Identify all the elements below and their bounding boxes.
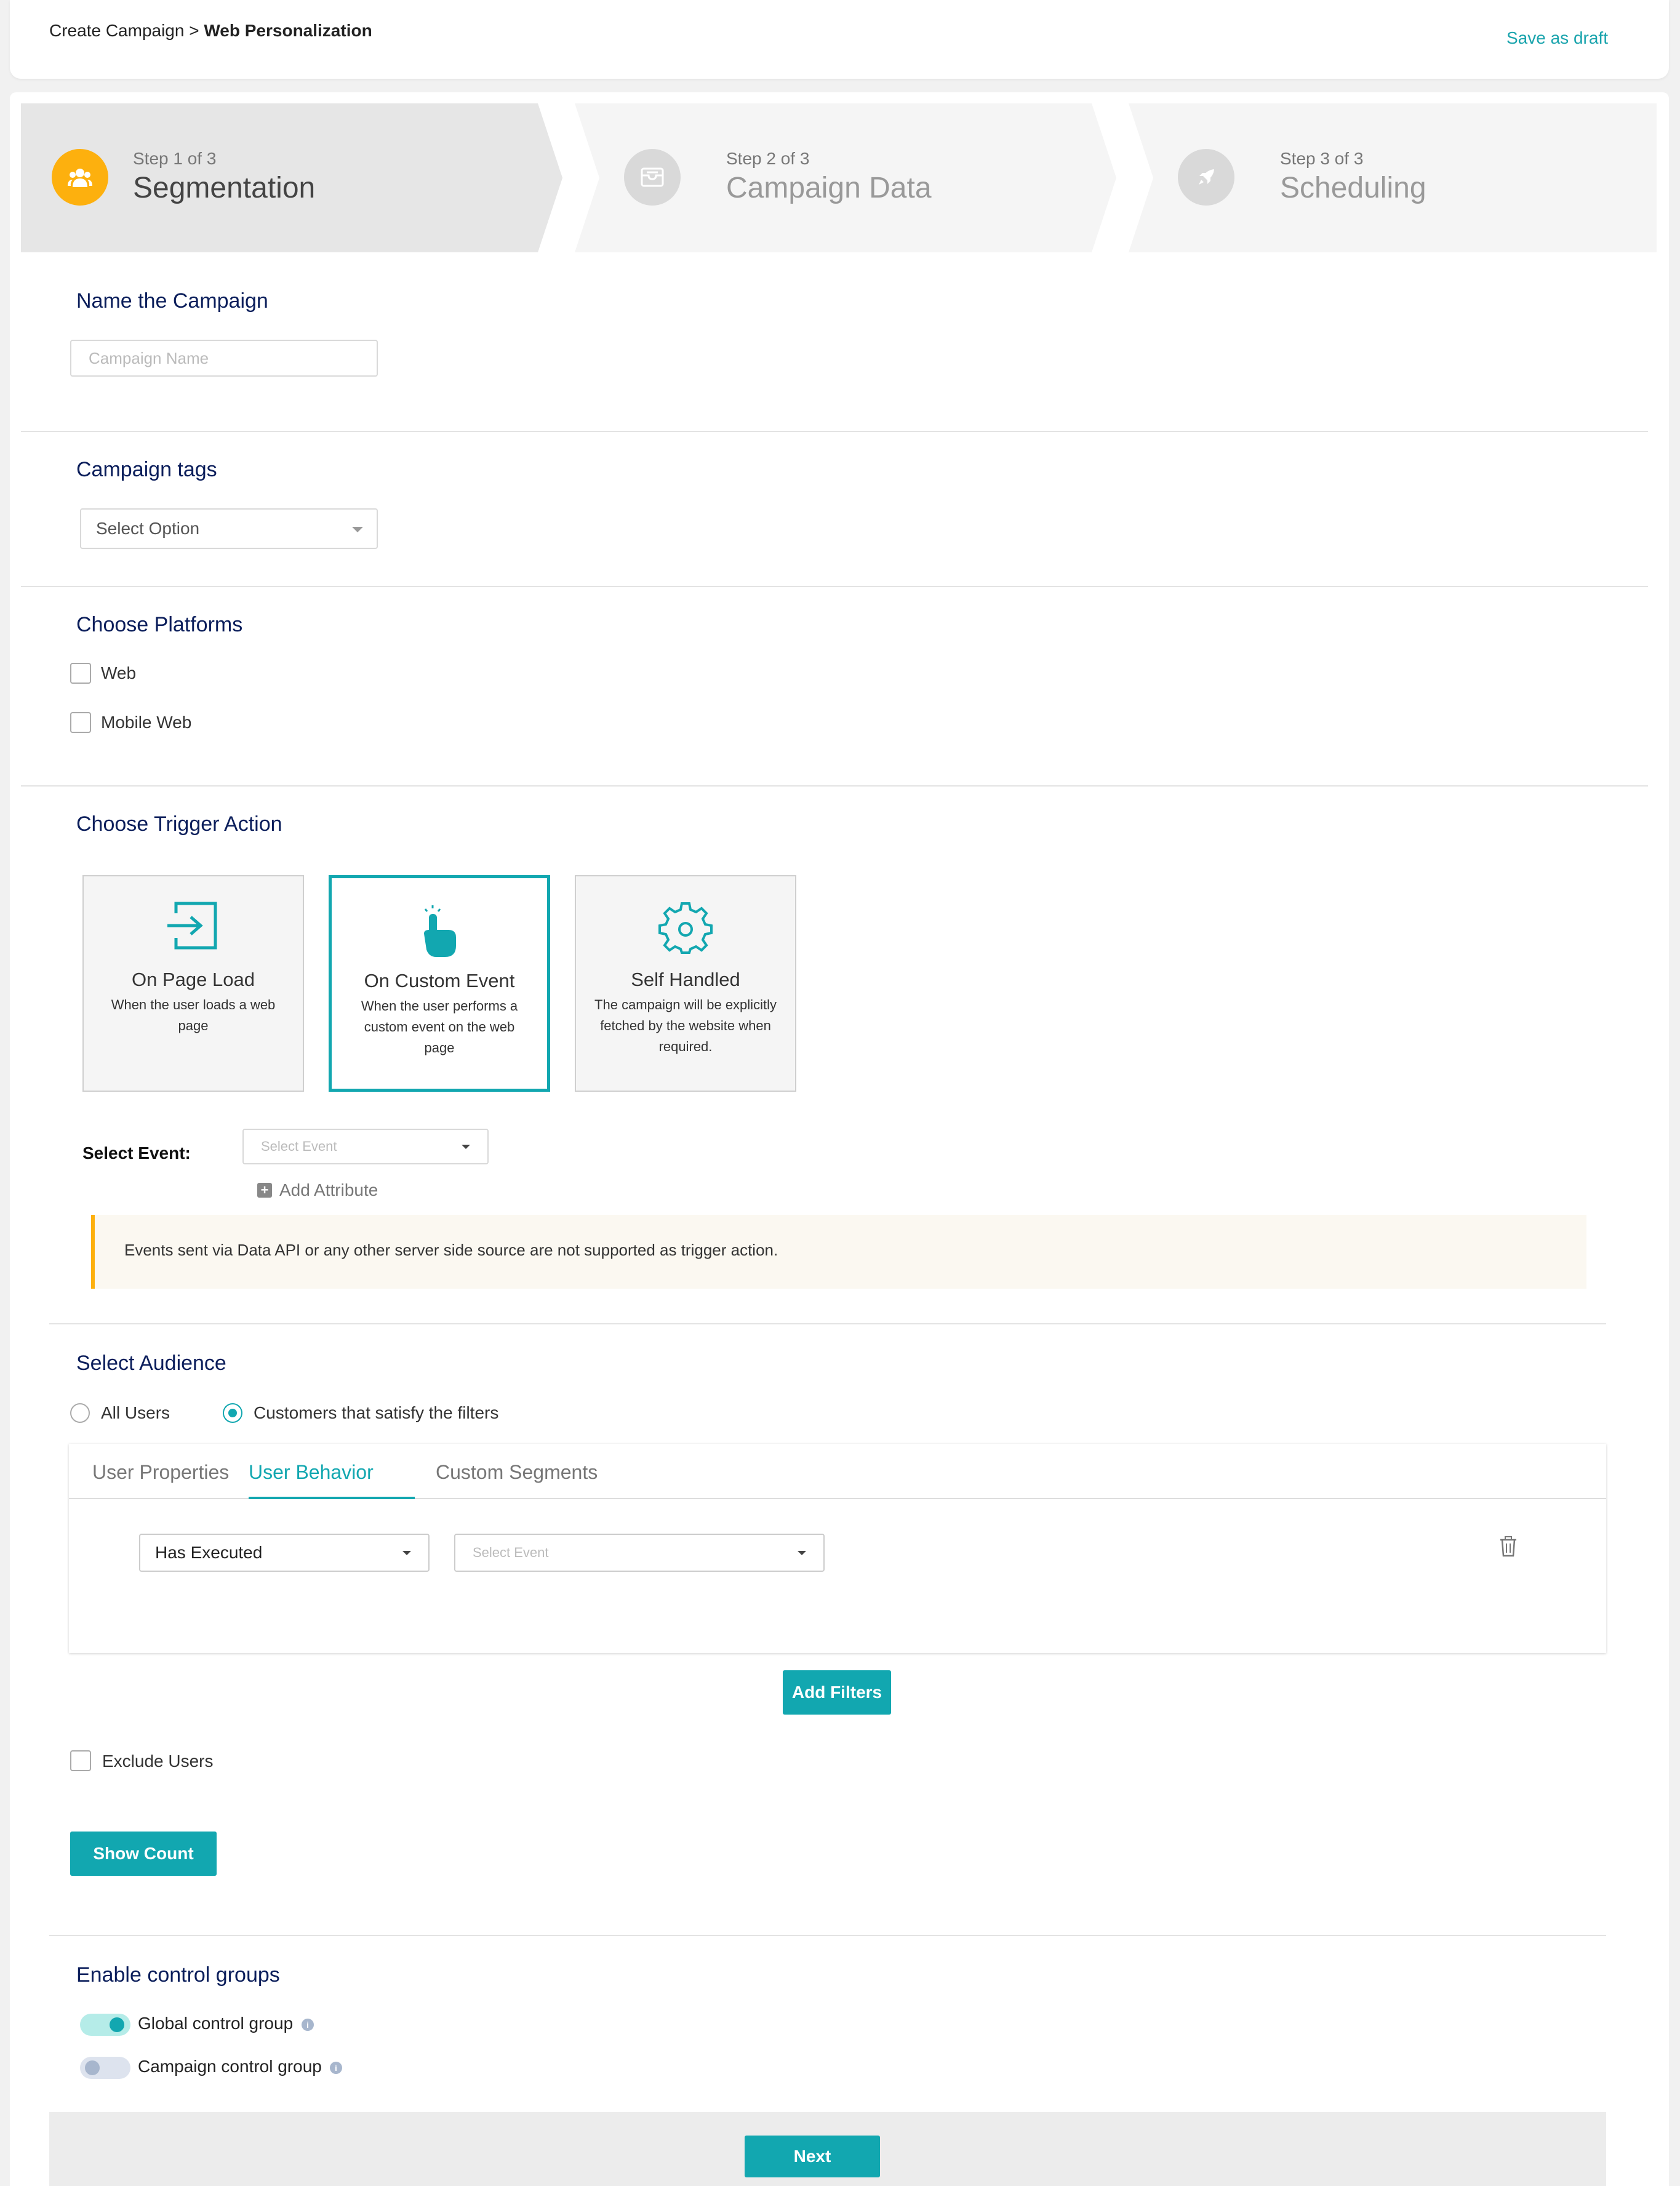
users-icon	[52, 149, 108, 206]
step-segmentation[interactable]: Step 1 of 3 Segmentation	[21, 103, 562, 252]
platform-web-label[interactable]: Web	[101, 663, 136, 683]
plus-icon: +	[257, 1183, 272, 1198]
enter-icon	[167, 902, 217, 950]
breadcrumb-current: Web Personalization	[204, 21, 372, 40]
platforms-heading: Choose Platforms	[76, 613, 243, 636]
trigger-card-title: Self Handled	[631, 969, 740, 990]
chevron-down-icon	[402, 1551, 411, 1555]
chevron-down-icon	[352, 527, 363, 532]
breadcrumb: Create Campaign > Web Personalization	[49, 21, 372, 41]
campaign-control-label: Campaign control group	[138, 2057, 322, 2076]
campaign-tags-select[interactable]: Select Option	[80, 508, 378, 549]
trigger-card-page-load[interactable]: On Page Load When the user loads a web p…	[82, 875, 304, 1092]
tab-user-properties[interactable]: User Properties	[92, 1461, 229, 1484]
filter-condition-value: Has Executed	[155, 1543, 263, 1562]
tab-user-behavior[interactable]: User Behavior	[249, 1461, 374, 1484]
section-divider	[21, 586, 1648, 587]
show-count-button[interactable]: Show Count	[70, 1832, 217, 1876]
section-divider	[21, 785, 1648, 787]
trigger-card-title: On Page Load	[132, 969, 255, 990]
exclude-users-checkbox[interactable]	[70, 1750, 91, 1771]
audience-heading: Select Audience	[76, 1351, 226, 1375]
trigger-card-self-handled[interactable]: Self Handled The campaign will be explic…	[575, 875, 796, 1092]
exclude-users-label[interactable]: Exclude Users	[102, 1752, 214, 1771]
step-2-title: Campaign Data	[726, 172, 932, 204]
step-2-subtitle: Step 2 of 3	[726, 149, 810, 168]
control-groups-heading: Enable control groups	[76, 1963, 280, 1987]
tab-active-indicator	[249, 1497, 415, 1499]
filter-event-select[interactable]: Select Event	[454, 1534, 825, 1572]
step-3-subtitle: Step 3 of 3	[1280, 149, 1364, 168]
chevron-down-icon	[462, 1145, 470, 1149]
trigger-card-desc: The campaign will be explicitly fetched …	[594, 997, 777, 1054]
global-control-toggle[interactable]	[80, 2014, 130, 2036]
step-1-subtitle: Step 1 of 3	[133, 149, 217, 168]
rocket-icon	[1178, 149, 1234, 206]
platform-web-checkbox[interactable]	[70, 663, 91, 684]
name-campaign-heading: Name the Campaign	[76, 289, 268, 313]
trigger-notice-text: Events sent via Data API or any other se…	[124, 1241, 778, 1259]
filter-event-placeholder: Select Event	[473, 1545, 549, 1560]
step-1-title: Segmentation	[133, 172, 316, 204]
radio-filtered-customers[interactable]	[223, 1403, 242, 1423]
filter-condition-select[interactable]: Has Executed	[139, 1534, 430, 1572]
campaign-name-input[interactable]: Campaign Name	[70, 340, 378, 377]
trigger-heading: Choose Trigger Action	[76, 812, 282, 836]
toggle-knob	[85, 2060, 100, 2075]
section-divider	[49, 1935, 1606, 1936]
trigger-card-title: On Custom Event	[364, 970, 515, 991]
info-icon[interactable]: i	[330, 2062, 342, 2074]
chevron-down-icon	[798, 1551, 806, 1555]
trigger-notice: Events sent via Data API or any other se…	[91, 1215, 1586, 1289]
step-campaign-data[interactable]: Step 2 of 3 Campaign Data	[575, 103, 1116, 252]
step-3-title: Scheduling	[1280, 172, 1426, 204]
tap-icon	[424, 905, 456, 957]
info-icon[interactable]: i	[302, 2019, 314, 2031]
global-control-label: Global control group	[138, 2014, 294, 2033]
trash-icon[interactable]	[1499, 1536, 1518, 1557]
add-filters-button[interactable]: Add Filters	[783, 1670, 891, 1715]
campaign-tags-placeholder: Select Option	[96, 519, 200, 538]
platform-mobile-web-checkbox[interactable]	[70, 712, 91, 733]
select-event-placeholder: Select Event	[261, 1139, 337, 1154]
select-event-dropdown[interactable]: Select Event	[242, 1129, 489, 1164]
step-scheduling[interactable]: Step 3 of 3 Scheduling	[1129, 103, 1657, 252]
gear-icon	[658, 902, 713, 954]
select-event-label: Select Event:	[82, 1143, 191, 1163]
radio-filtered-customers-label[interactable]: Customers that satisfy the filters	[254, 1403, 498, 1423]
trigger-card-desc: When the user performs a custom event on…	[361, 998, 518, 1055]
campaign-control-toggle[interactable]	[80, 2057, 130, 2079]
section-divider	[49, 1323, 1606, 1324]
add-attribute-button[interactable]: + Add Attribute	[257, 1180, 378, 1200]
section-divider	[21, 431, 1648, 432]
next-button[interactable]: Next	[745, 2136, 880, 2177]
breadcrumb-parent[interactable]: Create Campaign	[49, 21, 184, 40]
stepper: Step 1 of 3 Segmentation Step 2 of 3 Cam…	[21, 103, 1657, 252]
save-draft-link[interactable]: Save as draft	[1506, 28, 1608, 48]
tab-custom-segments[interactable]: Custom Segments	[436, 1461, 598, 1484]
inbox-icon	[624, 149, 681, 206]
filters-panel: User Properties User Behavior Custom Seg…	[69, 1444, 1606, 1653]
campaign-tags-heading: Campaign tags	[76, 458, 217, 481]
add-attribute-label: Add Attribute	[279, 1180, 378, 1199]
radio-all-users-label[interactable]: All Users	[101, 1403, 170, 1423]
toggle-knob	[110, 2017, 124, 2032]
trigger-card-custom-event[interactable]: On Custom Event When the user performs a…	[329, 875, 550, 1092]
breadcrumb-separator: >	[189, 21, 199, 40]
radio-all-users[interactable]	[70, 1403, 90, 1423]
trigger-card-desc: When the user loads a web page	[111, 997, 276, 1033]
platform-mobile-web-label[interactable]: Mobile Web	[101, 713, 191, 732]
